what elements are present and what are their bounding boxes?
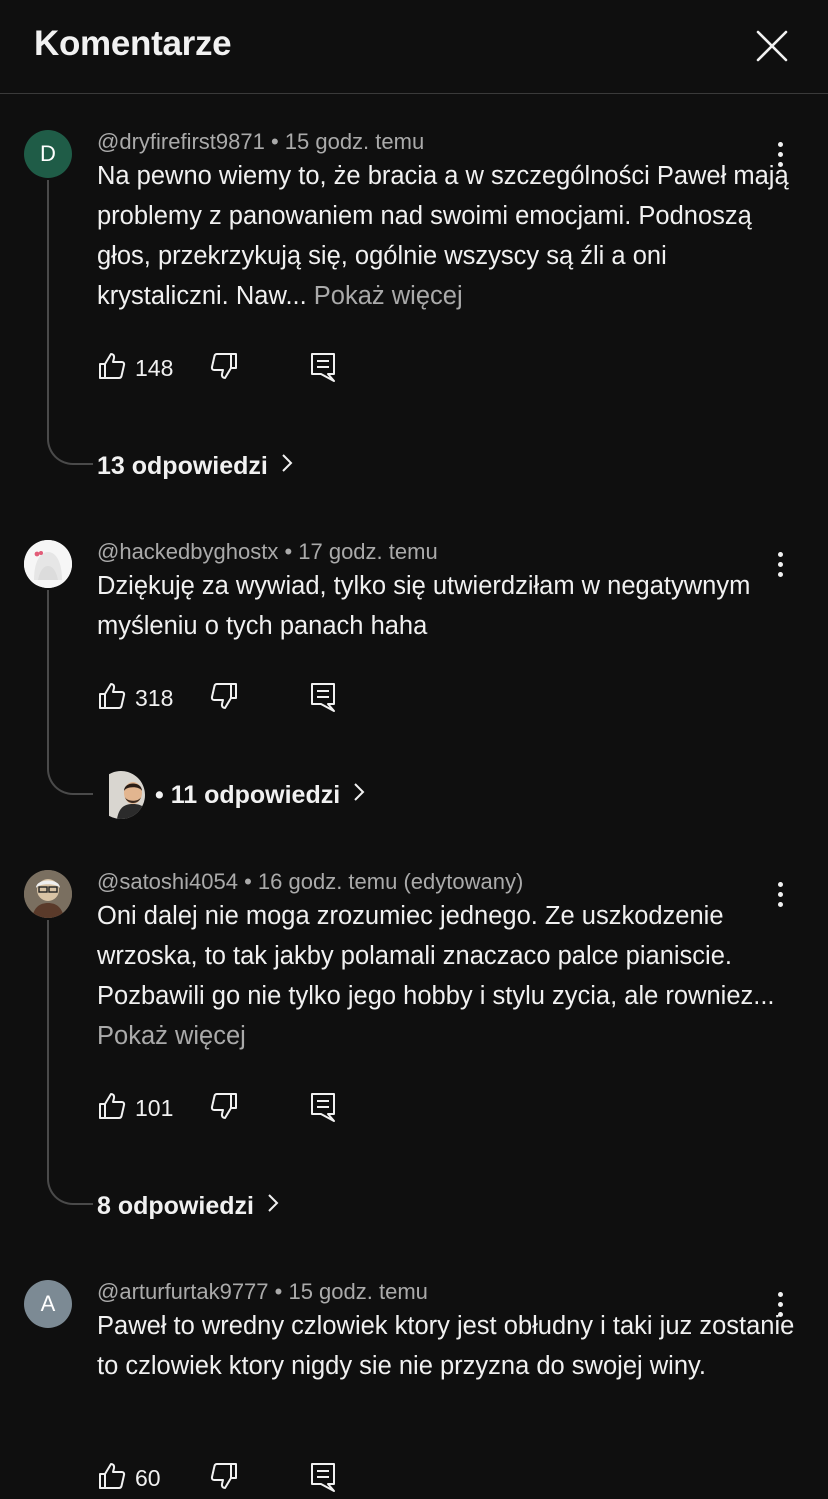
- like-button[interactable]: 318: [97, 681, 173, 716]
- like-count: 148: [135, 355, 174, 381]
- chevron-right-icon: [268, 452, 294, 481]
- like-count: 318: [135, 685, 174, 711]
- comment-reply-icon: [309, 1463, 337, 1497]
- page-title: Komentarze: [34, 24, 232, 63]
- anime-avatar-image: [24, 540, 72, 588]
- comment-reply-icon: [309, 683, 337, 717]
- avatar-letter: A: [40, 1291, 56, 1316]
- replies-count: 8 odpowiedzi: [97, 1191, 254, 1220]
- thread-line: [47, 590, 93, 795]
- replies-count: • 11 odpowiedzi: [155, 780, 341, 809]
- comment-body: Oni dalej nie moga zrozumiec jednego. Ze…: [97, 902, 775, 1010]
- avatar[interactable]: D: [24, 130, 72, 178]
- comment-body: Dziękuję za wywiad, tylko się utwierdził…: [97, 572, 751, 640]
- avatar[interactable]: [24, 540, 72, 588]
- comment-text: Oni dalej nie moga zrozumiec jednego. Ze…: [97, 896, 797, 1056]
- thumbs-up-icon: [97, 681, 127, 716]
- thumbs-down-icon: [209, 353, 239, 385]
- comment-author-meta[interactable]: @satoshi4054 • 16 godz. temu (edytowany): [97, 870, 523, 894]
- thumbs-down-icon: [209, 683, 239, 715]
- thumbs-down-icon: [209, 1093, 239, 1125]
- like-button[interactable]: 148: [97, 351, 173, 386]
- like-button[interactable]: 60: [97, 1461, 161, 1496]
- thread-line: [47, 180, 93, 465]
- view-replies-button[interactable]: 8 odpowiedzi: [97, 1188, 280, 1224]
- avatar-letter: D: [40, 141, 56, 166]
- dislike-button[interactable]: [209, 351, 239, 386]
- replier-avatar: [97, 771, 145, 819]
- comment-author-meta[interactable]: @arturfurtak9777 • 15 godz. temu: [97, 1280, 428, 1304]
- thread-line: [47, 920, 93, 1205]
- comment-reply-icon: [309, 353, 337, 387]
- reply-button[interactable]: [309, 1091, 337, 1128]
- show-more-link[interactable]: Pokaż więcej: [307, 282, 463, 310]
- thumbs-up-icon: [97, 1461, 127, 1496]
- show-more-link[interactable]: Pokaż więcej: [97, 1022, 246, 1050]
- dislike-button[interactable]: [209, 681, 239, 716]
- comment-text: Paweł to wredny czlowiek ktory jest obłu…: [97, 1306, 797, 1386]
- comment-author-meta[interactable]: @dryfirefirst9871 • 15 godz. temu: [97, 130, 424, 154]
- close-icon[interactable]: [752, 26, 792, 66]
- comment-text: Na pewno wiemy to, że bracia a w szczegó…: [97, 156, 797, 316]
- view-replies-button[interactable]: 13 odpowiedzi: [97, 448, 294, 484]
- reply-button[interactable]: [309, 1461, 337, 1498]
- thumbs-up-icon: [97, 1091, 127, 1126]
- like-count: 60: [135, 1465, 161, 1491]
- like-count: 101: [135, 1095, 174, 1121]
- comments-header: Komentarze: [0, 0, 828, 94]
- comment-author-meta[interactable]: @hackedbyghostx • 17 godz. temu: [97, 540, 438, 564]
- thumbs-up-icon: [97, 351, 127, 386]
- avatar[interactable]: [24, 870, 72, 918]
- reply-button[interactable]: [309, 681, 337, 718]
- comment-reply-icon: [309, 1093, 337, 1127]
- chevron-right-icon: [340, 781, 366, 810]
- reply-button[interactable]: [309, 351, 337, 388]
- avatar[interactable]: A: [24, 1280, 72, 1328]
- photo-avatar-image: [24, 870, 72, 918]
- like-button[interactable]: 101: [97, 1091, 173, 1126]
- comment-text: Dziękuję za wywiad, tylko się utwierdził…: [97, 566, 797, 646]
- dislike-button[interactable]: [209, 1461, 239, 1496]
- comment-body: Paweł to wredny czlowiek ktory jest obłu…: [97, 1312, 795, 1380]
- dislike-button[interactable]: [209, 1091, 239, 1126]
- replies-count: 13 odpowiedzi: [97, 451, 268, 480]
- chevron-right-icon: [254, 1192, 280, 1221]
- view-replies-button[interactable]: • 11 odpowiedzi: [97, 771, 366, 819]
- thumbs-down-icon: [209, 1463, 239, 1495]
